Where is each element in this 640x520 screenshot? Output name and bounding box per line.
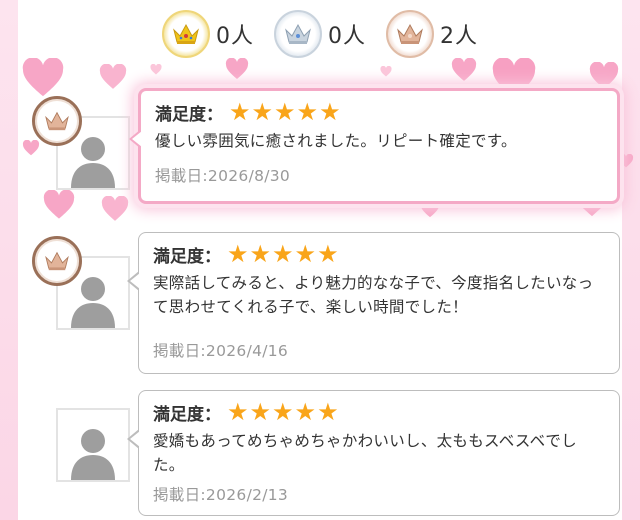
review-card: 満足度： ★ ★ ★ ★ ★ 愛嬌もあってめちゃめちゃかわいいし、太ももスベスベでした。… [127, 390, 620, 516]
review-comment: 愛嬌もあってめちゃめちゃかわいいし、太ももスベスベでした。 [153, 432, 577, 474]
star-icon: ★ [296, 98, 319, 126]
bronze-crown-icon [32, 96, 82, 146]
star-icon: ★ [294, 240, 317, 268]
star-icon: ★ [294, 398, 317, 426]
star-icon: ★ [227, 240, 249, 268]
silver-crown-icon [274, 10, 322, 58]
review-item: 満足度： ★ ★ ★ ★ ★ 愛嬌もあってめちゃめちゃかわいいし、太ももスベスベでした。… [32, 390, 624, 518]
crown-summary: 0人 0人 2人 [0, 8, 640, 60]
star-icon: ★ [272, 398, 294, 426]
review-comment: 優しい雰囲気に癒されました。リピート確定です。 [155, 132, 517, 150]
star-icon: ★ [227, 398, 249, 426]
review-item: 満足度： ★ ★ ★ ★ ★ 実際話してみると、より魅力的なな子で、今度指名したいなって… [32, 232, 624, 378]
star-icon: ★ [251, 98, 274, 126]
avatar [56, 408, 130, 482]
silver-crown-stat: 0人 [274, 10, 366, 58]
left-border-band [0, 0, 18, 520]
star-rating: ★ ★ ★ ★ ★ [229, 100, 342, 124]
heart-icon [589, 62, 619, 89]
bronze-crown-icon [32, 236, 82, 286]
heart-icon [451, 58, 477, 81]
rating-label: 満足度： [153, 246, 221, 267]
star-icon: ★ [274, 98, 296, 126]
star-icon: ★ [319, 98, 341, 126]
star-rating: ★ ★ ★ ★ ★ [227, 400, 340, 424]
bronze-crown-icon [386, 10, 434, 58]
rating-row: 満足度： ★ ★ ★ ★ ★ [153, 241, 607, 267]
star-icon: ★ [229, 98, 251, 126]
star-icon: ★ [249, 398, 272, 426]
bronze-crown-count: 2人 [440, 24, 478, 49]
star-icon: ★ [272, 240, 294, 268]
heart-icon [99, 64, 127, 89]
star-icon: ★ [317, 240, 339, 268]
silver-crown-count: 0人 [328, 24, 366, 49]
heart-icon [380, 66, 392, 77]
rating-row: 満足度： ★ ★ ★ ★ ★ [155, 99, 605, 125]
right-border-band [622, 0, 640, 520]
review-comment: 実際話してみると、より魅力的なな子で、今度指名したいなって思わせてくれる子で、楽… [153, 274, 594, 316]
star-rating: ★ ★ ★ ★ ★ [227, 242, 340, 266]
rating-label: 満足度： [153, 404, 221, 425]
gold-crown-stat: 0人 [162, 10, 254, 58]
star-icon: ★ [249, 240, 272, 268]
heart-icon [22, 58, 64, 97]
rating-row: 満足度： ★ ★ ★ ★ ★ [153, 399, 607, 425]
bronze-crown-stat: 2人 [386, 10, 478, 58]
review-date: 掲載日:2026/2/13 [153, 486, 289, 504]
review-card: 満足度： ★ ★ ★ ★ ★ 優しい雰囲気に癒されました。リピート確定です。 掲載日:2… [129, 88, 620, 204]
review-date: 掲載日:2026/8/30 [155, 167, 291, 185]
review-date: 掲載日:2026/4/16 [153, 342, 289, 360]
gold-crown-count: 0人 [216, 24, 254, 49]
rating-label: 満足度： [155, 104, 223, 125]
heart-icon [225, 58, 249, 79]
heart-icon [150, 64, 162, 75]
gold-crown-icon [162, 10, 210, 58]
review-item: 満足度： ★ ★ ★ ★ ★ 優しい雰囲気に癒されました。リピート確定です。 掲載日:2… [32, 88, 624, 222]
review-card: 満足度： ★ ★ ★ ★ ★ 実際話してみると、より魅力的なな子で、今度指名したいなって… [127, 232, 620, 374]
star-icon: ★ [317, 398, 339, 426]
